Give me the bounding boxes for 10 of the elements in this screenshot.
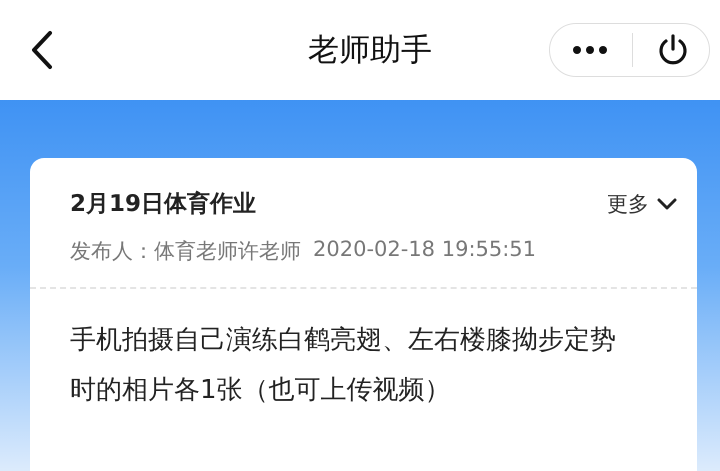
back-icon[interactable] [30,30,54,70]
more-icon[interactable] [572,45,608,55]
homework-description: 手机拍摄自己演练白鹤亮翅、左右楼膝拗步定势时的相片各1张（也可上传视频） [70,324,617,407]
page-title: 老师助手 [308,31,432,70]
more-button[interactable]: 更多 [607,190,677,218]
publisher-label: 发布人：体育老师许老师 [70,238,301,265]
power-icon[interactable] [657,33,689,67]
homework-title: 2月19日体育作业 [70,190,256,219]
publish-time: 2020-02-18 19:55:51 [313,237,536,263]
chevron-icon [657,198,677,210]
